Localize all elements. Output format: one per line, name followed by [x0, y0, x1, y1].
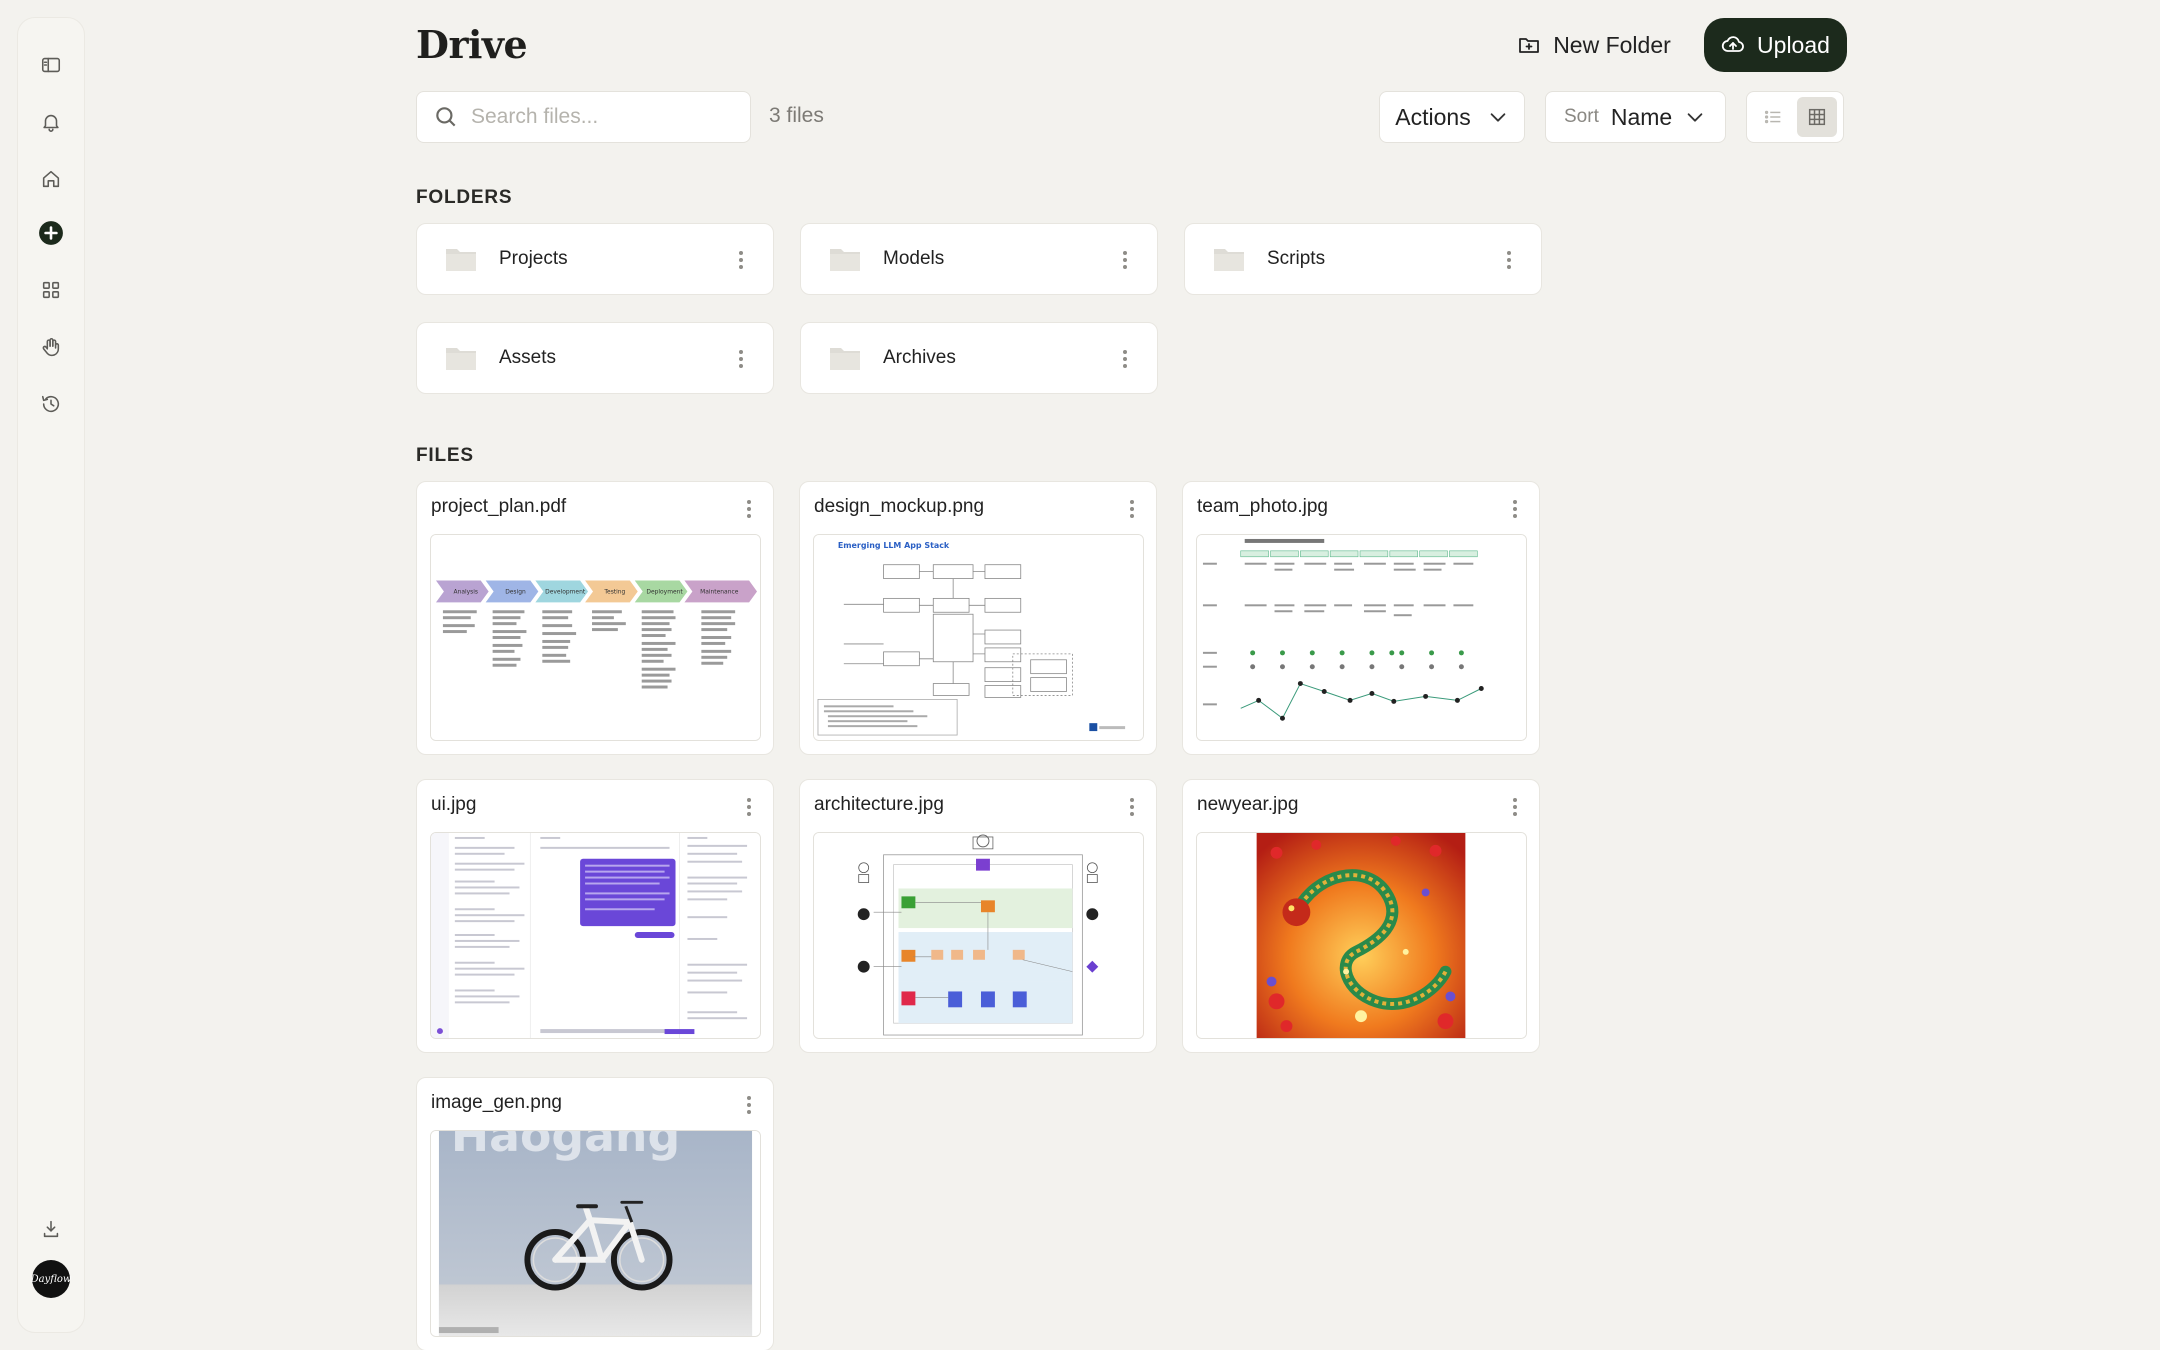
search-input[interactable]: [471, 105, 721, 129]
folder-card[interactable]: Assets: [416, 322, 774, 394]
file-name: image_gen.png: [431, 1092, 562, 1113]
file-name: architecture.jpg: [814, 794, 944, 815]
folder-name: Models: [883, 248, 945, 269]
file-thumbnail: Analysis Design Development Testing Depl…: [430, 534, 761, 741]
new-folder-label: New Folder: [1553, 31, 1671, 58]
list-view-button[interactable]: [1753, 97, 1793, 137]
grid-icon: [1808, 108, 1826, 126]
file-name: ui.jpg: [431, 794, 477, 815]
folder-name: Assets: [499, 347, 557, 368]
stage-label: Development: [545, 588, 586, 595]
folder-icon: [1214, 249, 1244, 271]
page-title: Drive: [416, 22, 528, 67]
diagram-title: Emerging LLM App Stack: [838, 541, 950, 550]
folder-name: Archives: [883, 347, 956, 368]
file-card[interactable]: design_mockup.png Emerging LLM App Stack: [799, 481, 1157, 755]
grid-view-button[interactable]: [1797, 97, 1837, 137]
folder-card[interactable]: Models: [800, 223, 1158, 295]
list-icon: [1764, 110, 1781, 124]
sidebar: Dayflow: [17, 17, 85, 1333]
files-section-label: FILES: [416, 445, 474, 466]
folder-name: Scripts: [1267, 248, 1326, 269]
file-thumbnail: [1196, 832, 1527, 1039]
upload-button[interactable]: Upload: [1704, 18, 1847, 72]
folder-icon: [830, 348, 860, 370]
chevron-down-icon: [1687, 113, 1703, 122]
folder-plus-icon: [1519, 38, 1540, 53]
apps-icon[interactable]: [36, 275, 66, 305]
file-name: newyear.jpg: [1197, 794, 1299, 815]
folder-icon: [446, 249, 476, 271]
file-thumbnail: [430, 832, 761, 1039]
folder-card[interactable]: Scripts: [1184, 223, 1542, 295]
file-name: design_mockup.png: [814, 496, 985, 517]
bell-icon[interactable]: [36, 107, 66, 137]
view-toggle: [1746, 91, 1844, 143]
file-count: 3 files: [769, 104, 824, 127]
file-card[interactable]: newyear.jpg: [1182, 779, 1540, 1053]
file-thumbnail: [1196, 534, 1527, 741]
more-options-icon[interactable]: [1122, 494, 1142, 524]
history-icon[interactable]: [36, 389, 66, 419]
home-icon[interactable]: [36, 164, 66, 194]
file-card[interactable]: team_photo.jpg: [1182, 481, 1540, 755]
file-name: project_plan.pdf: [431, 496, 567, 517]
file-name: team_photo.jpg: [1197, 496, 1328, 517]
more-options-icon[interactable]: [1499, 245, 1519, 275]
sort-label: Sort: [1564, 106, 1599, 127]
more-options-icon[interactable]: [739, 494, 759, 524]
stage-label: Design: [505, 588, 526, 595]
more-options-icon[interactable]: [1122, 792, 1142, 822]
add-icon[interactable]: [36, 218, 66, 248]
file-card[interactable]: image_gen.png Haogang: [416, 1077, 774, 1350]
more-options-icon[interactable]: [1115, 344, 1135, 374]
folder-card[interactable]: Projects: [416, 223, 774, 295]
upload-label: Upload: [1757, 31, 1830, 58]
panel-toggle-icon[interactable]: [36, 50, 66, 80]
search-box: [416, 91, 751, 143]
new-folder-button[interactable]: New Folder: [1505, 20, 1683, 70]
cloud-upload-icon: [1721, 36, 1744, 52]
folder-card[interactable]: Archives: [800, 322, 1158, 394]
more-options-icon[interactable]: [1505, 792, 1525, 822]
folder-icon: [446, 348, 476, 370]
search-icon: [436, 107, 456, 127]
file-thumbnail: Emerging LLM App Stack: [813, 534, 1144, 741]
more-options-icon[interactable]: [1115, 245, 1135, 275]
actions-dropdown[interactable]: Actions: [1379, 91, 1525, 143]
stage-label: Deployment: [646, 588, 683, 595]
more-options-icon[interactable]: [739, 1090, 759, 1120]
sort-value: Name: [1610, 103, 1673, 130]
wall-text: Haogang: [451, 1131, 680, 1162]
file-card[interactable]: architecture.jpg: [799, 779, 1157, 1053]
more-options-icon[interactable]: [1505, 494, 1525, 524]
file-thumbnail: [813, 832, 1144, 1039]
folders-section-label: FOLDERS: [416, 187, 513, 208]
actions-label: Actions: [1395, 103, 1471, 130]
stage-label: Maintenance: [700, 588, 739, 595]
stage-label: Analysis: [454, 588, 479, 595]
file-card[interactable]: project_plan.pdf Analysis Design Develop…: [416, 481, 774, 755]
file-card[interactable]: ui.jpg: [416, 779, 774, 1053]
folder-name: Projects: [499, 248, 568, 269]
more-options-icon[interactable]: [731, 245, 751, 275]
sort-dropdown[interactable]: Sort Name: [1545, 91, 1726, 143]
avatar[interactable]: Dayflow: [31, 1260, 71, 1298]
folder-icon: [830, 249, 860, 271]
hand-wave-icon[interactable]: [36, 332, 66, 362]
more-options-icon[interactable]: [739, 792, 759, 822]
more-options-icon[interactable]: [731, 344, 751, 374]
stage-label: Testing: [603, 588, 625, 595]
chevron-down-icon: [1490, 113, 1506, 122]
download-icon[interactable]: [36, 1214, 66, 1244]
file-thumbnail: Haogang: [430, 1130, 761, 1337]
